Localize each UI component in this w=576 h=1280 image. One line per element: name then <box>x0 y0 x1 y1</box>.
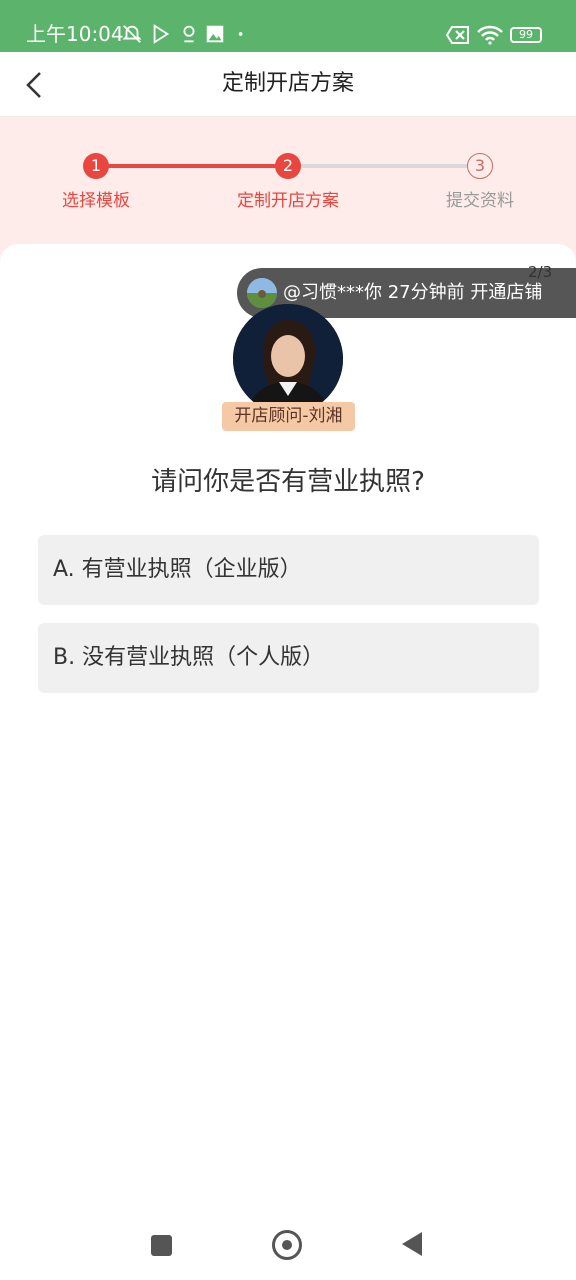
battery-level: 99 <box>519 28 533 41</box>
location-icon <box>183 25 195 43</box>
option-a-button[interactable]: A. 有营业执照（企业版） <box>38 535 539 605</box>
battery-x-icon <box>446 26 469 44</box>
step-remaining-line <box>288 164 480 168</box>
recents-square-icon[interactable] <box>151 1235 172 1256</box>
muted-alarm-icon <box>122 25 142 43</box>
step-2-label: 定制开店方案 <box>237 191 339 211</box>
step-3-label: 提交资料 <box>446 191 514 211</box>
home-circle-icon[interactable] <box>272 1230 302 1260</box>
step-3-indicator: 3 <box>467 153 493 179</box>
play-store-icon <box>153 24 170 44</box>
dot-icon <box>238 32 243 36</box>
step-progress-line <box>96 164 288 168</box>
step-2-indicator: 2 <box>275 153 301 179</box>
status-time: 上午10:04 <box>26 22 124 46</box>
page-title: 定制开店方案 <box>221 71 354 96</box>
ticker-text: @习惯***你 27分钟前 开通店铺 <box>283 282 543 303</box>
battery-icon: 99 <box>510 27 542 43</box>
step-1-label: 选择模板 <box>62 191 130 211</box>
top-nav-bar: 定制开店方案 <box>0 52 576 117</box>
question-title: 请问你是否有营业执照? <box>151 467 425 497</box>
wifi-icon <box>477 25 503 45</box>
status-bar: 上午10:04 99 <box>0 0 576 52</box>
system-nav-bar <box>0 1210 576 1280</box>
ticker-user-avatar <box>247 278 277 308</box>
photo-icon <box>206 25 224 43</box>
advisor-tag: 开店顾问-刘湘 <box>222 402 355 431</box>
back-triangle-icon[interactable] <box>402 1232 422 1256</box>
option-b-button[interactable]: B. 没有营业执照（个人版） <box>38 623 539 693</box>
step-1-indicator: 1 <box>83 153 109 179</box>
ticker-pager: 2/3 <box>528 263 553 281</box>
advisor-avatar <box>233 304 343 414</box>
